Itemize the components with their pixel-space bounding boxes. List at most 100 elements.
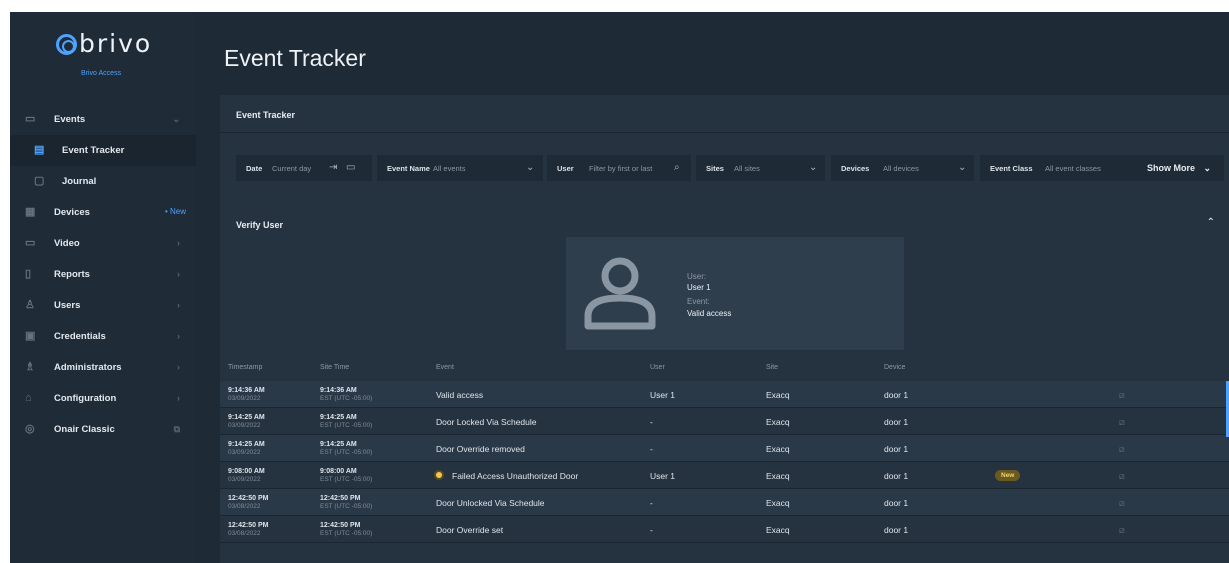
sidebar-item-label: Credentials (54, 331, 106, 342)
device-cell: door 1 (884, 390, 909, 400)
verify-user-section: Verify User ⌃ User: User 1 Event: Valid … (220, 202, 1229, 352)
warning-dot-icon (436, 472, 442, 478)
admin-icon: ♗ (25, 361, 35, 373)
site-cell: Exacq (766, 390, 790, 400)
user-icon: ♙ (25, 299, 35, 311)
camera-off-icon[interactable]: ⧄ (1119, 471, 1125, 482)
sidebar-item-video[interactable]: ▭ Video › (10, 228, 196, 259)
user-cell: User 1 (650, 390, 676, 400)
filter-label: Date (246, 164, 263, 173)
timestamp-cell: 9:14:36 AM 03/09/2022 (228, 387, 265, 402)
event-name-filter[interactable]: Event Name All events ⌄ (377, 155, 543, 181)
reports-icon: ▯ (25, 268, 32, 280)
sites-value: All sites (734, 164, 760, 173)
sidebar-nav: ▭ Events ⌄ ▤ Event Tracker ▢ Journal ▦ D… (10, 104, 196, 445)
table-row[interactable]: 9:14:25 AM 03/09/2022 9:14:25 AM EST (UTC … (220, 408, 1229, 435)
user-avatar-icon (584, 257, 656, 330)
brivo-logo-icon (56, 34, 77, 55)
brand-logo[interactable]: brivo Brivo Access (10, 12, 196, 104)
event-class-value: All event classes (1045, 164, 1101, 173)
user-card: User: User 1 Event: Valid access (566, 237, 904, 350)
sidebar-item-label: Journal (62, 176, 97, 187)
date-filter[interactable]: Date Current day ⇥ ▭ (236, 155, 372, 181)
date-range-icon[interactable]: ⇥ (329, 162, 337, 173)
sidebar-item-devices[interactable]: ▦ Devices • New (10, 197, 196, 228)
table-row[interactable]: 12:42:50 PM 03/08/2022 12:42:50 PM EST (UT… (220, 516, 1229, 543)
sidebar-item-label: Event Tracker (62, 145, 125, 156)
event-class-filter[interactable]: Event Class All event classes (980, 155, 1137, 181)
collapse-chevron-icon[interactable]: ⌃ (1207, 217, 1215, 228)
sidebar-item-onair-classic[interactable]: ◎ Onair Classic ⧉ (10, 414, 196, 445)
site-time-cell: 9:14:36 AM EST (UTC -05:00) (320, 387, 373, 402)
list-icon: ▤ (34, 144, 45, 156)
sidebar-item-users[interactable]: ♙ Users › (10, 290, 196, 321)
chat-icon: ▭ (25, 113, 36, 125)
device-cell: door 1 (884, 417, 909, 427)
site-cell: Exacq (766, 498, 790, 508)
timestamp-cell: 12:42:50 PM 03/08/2022 (228, 522, 269, 537)
sidebar-item-administrators[interactable]: ♗ Administrators › (10, 352, 196, 383)
column-header[interactable]: Device (884, 364, 905, 371)
event-name-value: All events (433, 164, 466, 173)
devices-value: All devices (883, 164, 919, 173)
camera-off-icon[interactable]: ⧄ (1119, 444, 1125, 455)
site-time-cell: 12:42:50 PM EST (UTC -05:00) (320, 522, 373, 537)
filter-label: Event Class (990, 164, 1033, 173)
sites-filter[interactable]: Sites All sites ⌄ (696, 155, 825, 181)
sidebar-item-label: Configuration (54, 393, 117, 404)
device-cell: door 1 (884, 498, 909, 508)
column-header[interactable]: Site Time (320, 364, 349, 371)
user-cell: - (650, 498, 653, 508)
devices-filter[interactable]: Devices All devices ⌄ (831, 155, 974, 181)
search-icon[interactable]: ⌕ (674, 162, 680, 173)
event-cell: Door Override set (436, 525, 504, 535)
app-window: brivo Brivo Access ▭ Events ⌄ ▤ Event Tr… (10, 12, 1229, 563)
brand-subtitle: Brivo Access (81, 70, 122, 77)
table-row[interactable]: 9:08:00 AM 03/09/2022 9:08:00 AM EST (UTC … (220, 462, 1229, 489)
site-cell: Exacq (766, 417, 790, 427)
event-cell: Failed Access Unauthorized Door (452, 471, 579, 481)
sidebar-item-label: Events (54, 114, 86, 125)
filter-label: User (557, 164, 574, 173)
sidebar-item-reports[interactable]: ▯ Reports › (10, 259, 196, 290)
site-time-cell: 9:14:25 AM EST (UTC -05:00) (320, 441, 373, 456)
show-more-button[interactable]: Show More ⌄ (1137, 155, 1224, 181)
sidebar-item-event-tracker[interactable]: ▤ Event Tracker (10, 135, 196, 166)
user-cell: User 1 (650, 471, 676, 481)
table-row[interactable]: 9:14:36 AM 03/09/2022 9:14:36 AM EST (UTC … (220, 381, 1229, 408)
user-value: User 1 (687, 283, 711, 292)
site-cell: Exacq (766, 525, 790, 535)
table-header: Timestamp Site Time Event User Site Devi… (220, 356, 1229, 380)
sidebar-item-journal[interactable]: ▢ Journal (10, 166, 196, 197)
camera-off-icon[interactable]: ⧄ (1119, 525, 1125, 536)
user-filter[interactable]: User Filter by first or last ⌕ (547, 155, 691, 181)
timestamp-cell: 12:42:50 PM 03/08/2022 (228, 495, 269, 510)
camera-off-icon[interactable]: ⧄ (1119, 417, 1125, 428)
sidebar-item-credentials[interactable]: ▣ Credentials › (10, 321, 196, 352)
event-cell: Valid access (436, 390, 484, 400)
camera-off-icon[interactable]: ⧄ (1119, 390, 1125, 401)
event-label: Event: (687, 297, 710, 306)
sidebar-item-events[interactable]: ▭ Events ⌄ (10, 104, 196, 135)
site-cell: Exacq (766, 471, 790, 481)
onair-icon: ◎ (25, 423, 35, 435)
camera-off-icon[interactable]: ⧄ (1119, 498, 1125, 509)
event-cell: Door Unlocked Via Schedule (436, 498, 545, 508)
timestamp-cell: 9:08:00 AM 03/09/2022 (228, 468, 265, 483)
sidebar-item-configuration[interactable]: ⌂ Configuration › (10, 383, 196, 414)
chevron-down-icon: ⌄ (809, 162, 818, 173)
chevron-right-icon: › (177, 238, 180, 248)
table-row[interactable]: 12:42:50 PM 03/08/2022 12:42:50 PM EST (UT… (220, 489, 1229, 516)
main-content: Event Tracker Event Tracker Date Current… (208, 12, 1229, 563)
column-header[interactable]: Timestamp (228, 364, 262, 371)
sidebar-item-label: Devices (54, 207, 90, 218)
column-header[interactable]: Event (436, 364, 454, 371)
column-header[interactable]: User (650, 364, 665, 371)
credential-icon: ▣ (25, 330, 36, 342)
sidebar-item-label: Users (54, 300, 81, 311)
table-row[interactable]: 9:14:25 AM 03/09/2022 9:14:25 AM EST (UTC … (220, 435, 1229, 462)
user-search-input[interactable]: Filter by first or last (589, 164, 652, 173)
event-cell: Door Locked Via Schedule (436, 417, 537, 427)
column-header[interactable]: Site (766, 364, 778, 371)
calendar-icon[interactable]: ▭ (346, 162, 355, 173)
